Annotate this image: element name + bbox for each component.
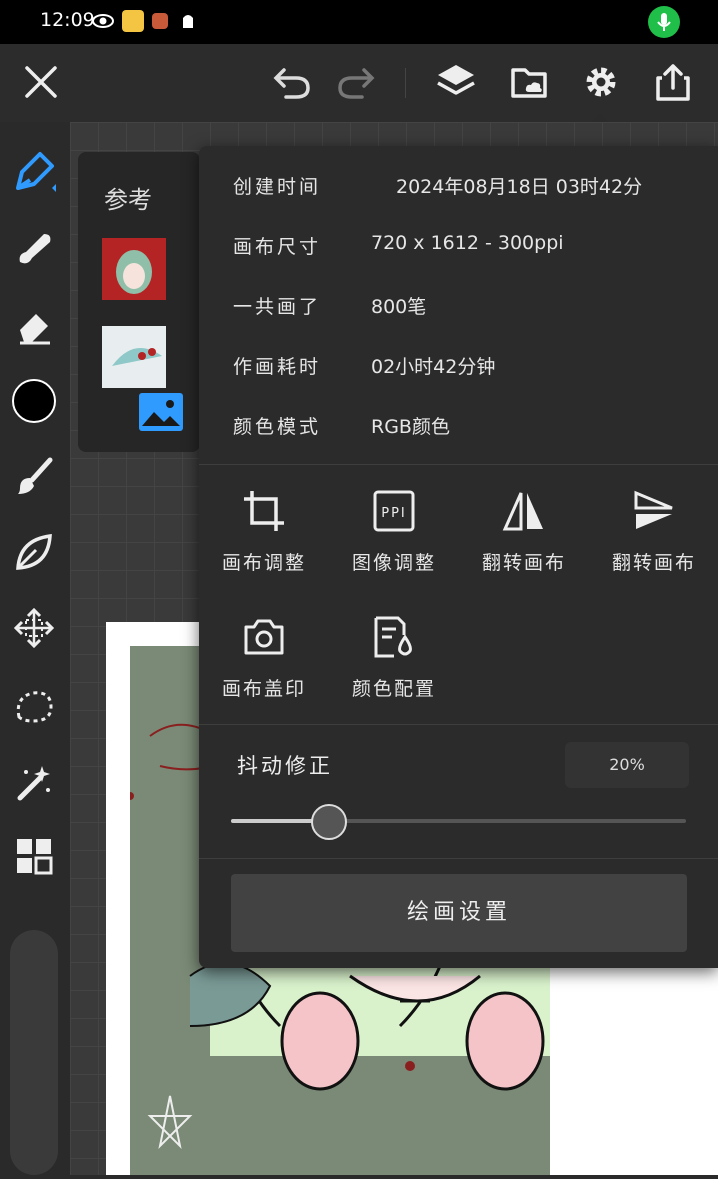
stabilizer-value[interactable]: 20% <box>565 742 689 788</box>
move-tool-icon[interactable] <box>10 604 58 652</box>
tool-rail <box>0 122 70 1175</box>
paint-settings-button[interactable]: 绘画设置 <box>231 874 687 952</box>
camera-icon <box>241 614 287 660</box>
divider <box>199 464 718 465</box>
eraser-tool-icon[interactable] <box>10 302 58 350</box>
leaf-tool-icon[interactable] <box>10 528 58 576</box>
canvas-stamp-button[interactable]: 画布盖印 <box>209 614 319 701</box>
brush-size-slider[interactable] <box>10 930 58 1175</box>
eye-icon <box>92 10 114 32</box>
image-icon[interactable] <box>138 392 184 432</box>
app-notification-icon <box>122 10 144 32</box>
toolbar-divider <box>405 68 406 98</box>
canvas-adjust-button[interactable]: 画布调整 <box>209 488 319 575</box>
paint-brush-icon[interactable] <box>10 452 58 500</box>
app-notification-icon <box>180 12 196 30</box>
canvas-info-popup: 创建时间 2024年08月18日 03时42分 画布尺寸 720 x 1612 … <box>199 146 718 968</box>
action-label: 画布调整 <box>221 552 306 574</box>
info-value: 800笔 <box>371 296 427 318</box>
share-icon[interactable] <box>649 58 697 106</box>
action-label: 颜色配置 <box>351 678 436 700</box>
svg-text:PPI: PPI <box>381 506 407 521</box>
info-value: 02小时42分钟 <box>371 356 496 378</box>
crop-icon <box>241 488 287 534</box>
info-key: 作画耗时 <box>233 356 322 378</box>
info-key: 画布尺寸 <box>233 236 322 258</box>
layers-icon[interactable] <box>432 58 480 106</box>
smudge-tool-icon[interactable] <box>10 224 58 272</box>
status-bar: 12:09 <box>0 0 718 44</box>
action-label: 图像调整 <box>351 552 436 574</box>
info-value: RGB颜色 <box>371 416 450 438</box>
reference-label: 参考 <box>104 186 152 214</box>
info-key: 一共画了 <box>233 296 322 318</box>
info-value: 720 x 1612 - 300ppi <box>371 232 564 254</box>
color-profile-button[interactable]: 颜色配置 <box>339 614 449 701</box>
top-toolbar <box>0 44 718 126</box>
brush-tool-icon[interactable] <box>10 148 58 196</box>
color-picker-swatch[interactable] <box>10 377 58 425</box>
divider <box>199 724 718 725</box>
microphone-icon <box>648 6 680 38</box>
reference-thumbnail[interactable] <box>102 326 166 388</box>
action-label: 翻转画布 <box>481 552 566 574</box>
gear-icon[interactable] <box>577 58 625 106</box>
info-value: 2024年08月18日 03时42分 <box>396 176 643 198</box>
reference-thumbnail[interactable] <box>102 238 166 300</box>
app-notification-icon <box>152 13 168 29</box>
action-label: 翻转画布 <box>611 552 696 574</box>
ppi-icon: PPI <box>371 488 417 534</box>
lasso-tool-icon[interactable] <box>10 682 58 730</box>
magic-wand-icon[interactable] <box>10 758 58 806</box>
close-icon[interactable] <box>17 58 65 106</box>
flip-horizontal-icon <box>501 488 547 534</box>
divider <box>199 858 718 859</box>
stabilizer-slider-knob[interactable] <box>311 804 347 840</box>
info-key: 颜色模式 <box>233 416 322 438</box>
undo-icon[interactable] <box>268 58 316 106</box>
flip-vertical-icon <box>631 488 677 534</box>
redo-icon[interactable] <box>332 58 380 106</box>
stabilizer-label: 抖动修正 <box>237 754 333 778</box>
action-label: 画布盖印 <box>221 678 306 700</box>
info-key: 创建时间 <box>233 176 322 198</box>
image-adjust-button[interactable]: PPI 图像调整 <box>339 488 449 575</box>
grid-menu-icon[interactable] <box>10 832 58 880</box>
status-time: 12:09 <box>40 9 95 31</box>
cloud-folder-icon[interactable] <box>506 58 554 106</box>
flip-canvas-vertical-button[interactable]: 翻转画布 <box>599 488 709 575</box>
flip-canvas-horizontal-button[interactable]: 翻转画布 <box>469 488 579 575</box>
color-profile-icon <box>371 614 417 660</box>
